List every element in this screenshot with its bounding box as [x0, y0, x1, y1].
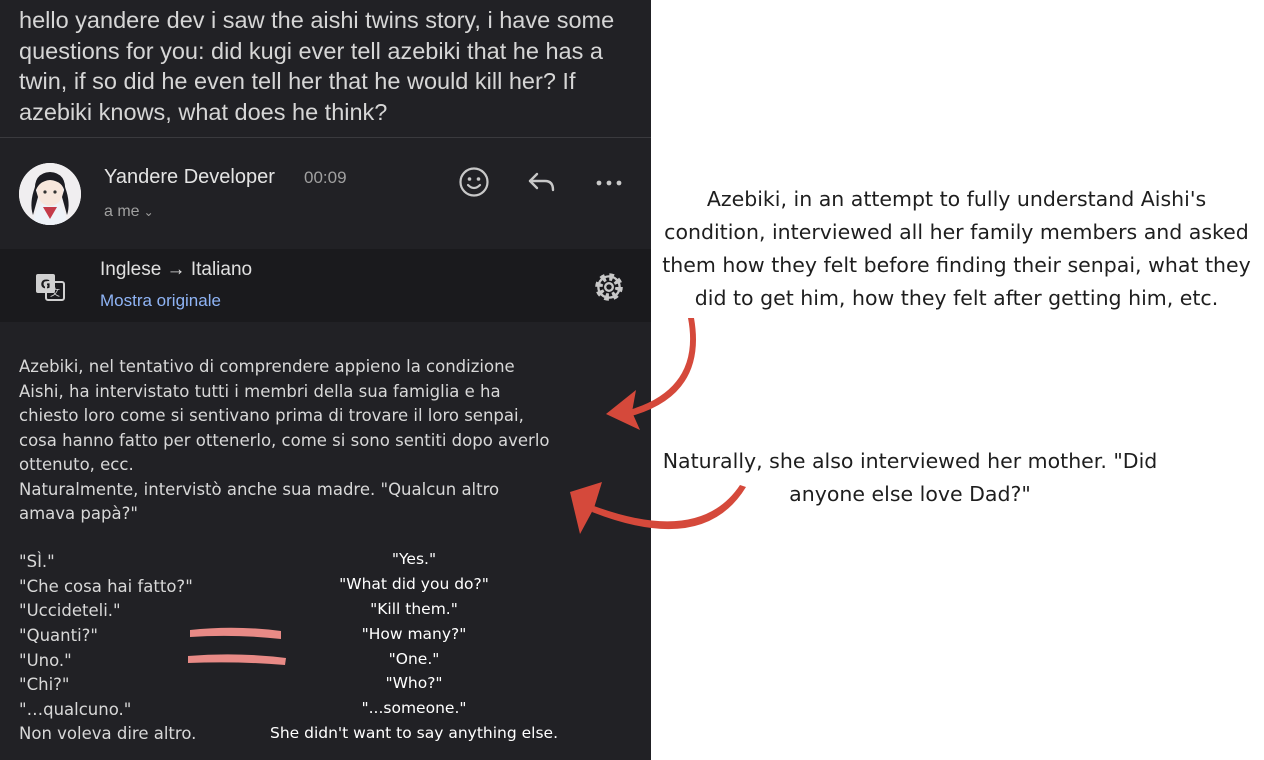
- dialogue-line-it: "Uno.": [19, 651, 72, 670]
- question-text: hello yandere dev i saw the aishi twins …: [19, 7, 615, 125]
- svg-text:文: 文: [50, 286, 60, 299]
- annotation-2: Naturally, she also interviewed her moth…: [662, 449, 1158, 506]
- dialogue-line-en: "Who?": [385, 674, 443, 692]
- dialogue-line-it: "Chi?": [19, 675, 70, 694]
- translation-languages: Inglese → Italiano: [100, 259, 253, 280]
- dialogue-line-en: She didn't want to say anything else.: [269, 724, 559, 742]
- show-original-link[interactable]: Mostra originale: [100, 291, 221, 311]
- emoji-icon: [459, 167, 489, 197]
- more-options-button[interactable]: [591, 164, 627, 200]
- dialogue-line-it: "Che cosa hai fatto?": [19, 577, 193, 596]
- translate-icon: G 文: [36, 274, 65, 301]
- more-icon: [596, 180, 622, 186]
- translated-body: Azebiki, nel tentativo di comprendere ap…: [19, 357, 550, 523]
- recipient-toggle[interactable]: a me ⌄: [104, 203, 154, 221]
- dialogue-line-en: "What did you do?": [339, 575, 489, 593]
- avatar-image: [19, 163, 81, 225]
- dialogue-line-it: "SÌ.": [19, 552, 55, 571]
- dialogue-line-en: "One.": [388, 650, 440, 668]
- gear-icon[interactable]: [592, 270, 626, 304]
- annotation-1: Azebiki, in an attempt to fully understa…: [662, 187, 1251, 310]
- translation-bar: [0, 249, 651, 322]
- timestamp: 00:09: [304, 168, 347, 187]
- dialogue-line-en: "Kill them.": [370, 600, 458, 618]
- avatar[interactable]: [19, 163, 81, 225]
- dialogue-line-en: "Yes.": [391, 550, 437, 568]
- sender-name: Yandere Developer: [104, 166, 275, 188]
- dialogue-line-it: "…qualcuno.": [19, 700, 132, 719]
- dialogue-line-en: "...someone.": [361, 699, 467, 717]
- recipient-label: a me: [104, 203, 140, 220]
- divider: [0, 137, 651, 138]
- emoji-react-button[interactable]: [456, 164, 492, 200]
- dialogue-line-it: Non voleva dire altro.: [19, 724, 197, 743]
- reply-button[interactable]: [523, 164, 559, 200]
- reply-icon: [528, 172, 555, 192]
- dialogue-line-it: "Uccideteli.": [19, 601, 121, 620]
- email-panel: hello yandere dev i saw the aishi twins …: [0, 0, 651, 760]
- dialogue-line-it: "Quanti?": [19, 626, 99, 645]
- dialogue-line-en: "How many?": [361, 625, 467, 643]
- chevron-down-icon: ⌄: [143, 205, 154, 219]
